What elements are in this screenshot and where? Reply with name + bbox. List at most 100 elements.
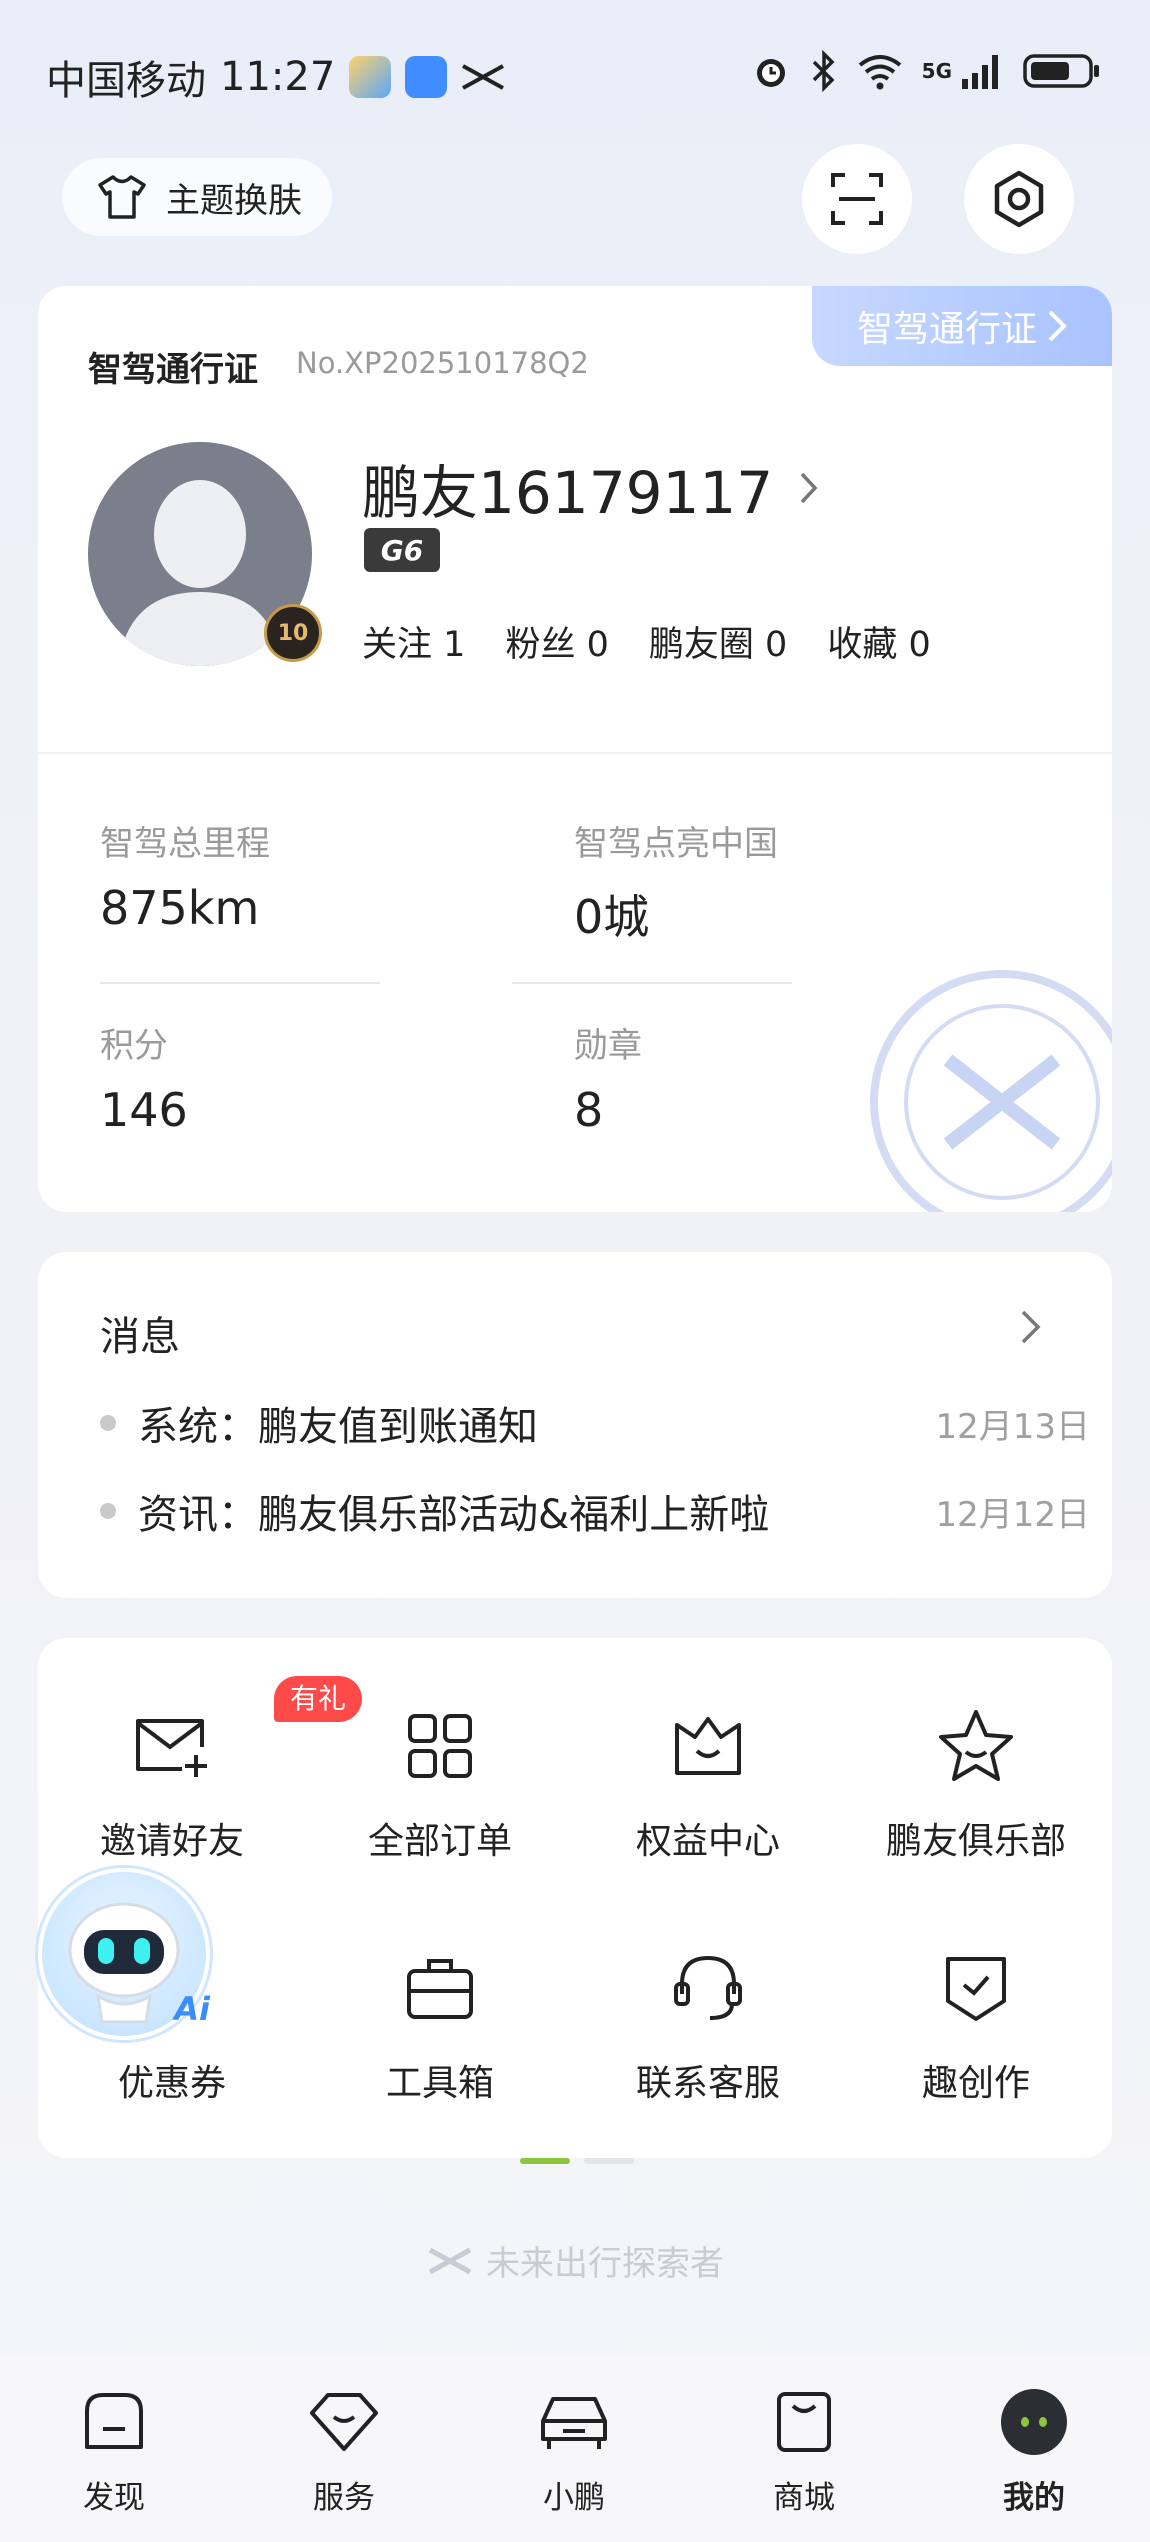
shop-icon (764, 2382, 844, 2462)
chevron-right-icon[interactable] (1020, 1308, 1042, 1346)
stat-separator (100, 982, 380, 984)
pass-number: No.XP202510178Q2 (296, 346, 589, 380)
level-badge-label: 10 (277, 620, 309, 646)
nav-label: 小鹏 (543, 2480, 605, 2516)
status-bar: 中国移动 11:27 5G (0, 0, 1150, 150)
slogan-text: 未来出行探索者 (486, 2244, 724, 2284)
chevron-right-icon (1048, 310, 1067, 342)
car-model-label: G6 (380, 533, 424, 567)
grid-item-label: 鹏友俱乐部 (885, 1821, 1066, 1862)
message-item[interactable]: 系统：鹏友值到账通知 12月13日 (100, 1394, 1090, 1452)
grid-item-label: 联系客服 (635, 2063, 780, 2104)
nav-item-discover[interactable]: 发现 (44, 2382, 184, 2517)
followers-count: 0 (586, 625, 609, 665)
message-text: 系统：鹏友值到账通知 (138, 1404, 538, 1450)
nav-label: 发现 (83, 2480, 145, 2516)
stat-value: 8 (574, 1083, 604, 1137)
social-stats: 关注 1 粉丝 0 鹏友圈 0 收藏 0 (362, 616, 931, 667)
message-app-icon (405, 56, 448, 98)
stat-separator (512, 982, 792, 984)
scan-icon (831, 173, 883, 225)
scan-button[interactable] (802, 144, 912, 254)
car-icon (534, 2382, 614, 2462)
username-link[interactable]: 鹏友16179117 (362, 446, 819, 530)
message-date: 12月12日 (935, 1494, 1090, 1535)
status-right: 5G (750, 50, 1102, 92)
alarm-icon (756, 59, 785, 87)
nav-label: 我的 (1003, 2480, 1065, 2516)
profile-avatar-icon (994, 2382, 1074, 2462)
tshirt-icon (98, 175, 146, 219)
driving-pass-tab-label: 智驾通行证 (856, 309, 1037, 350)
grid-item-club[interactable]: 鹏友俱乐部 (842, 1706, 1110, 1864)
message-date: 12月13日 (935, 1406, 1090, 1447)
nav-item-xpeng[interactable]: 小鹏 (504, 2382, 644, 2517)
nav-label: 服务 (313, 2480, 375, 2516)
messages-card[interactable]: 消息 系统：鹏友值到账通知 12月13日 资讯：鹏友俱乐部活动&福利上新啦 12… (38, 1252, 1112, 1598)
grid-item-creation[interactable]: 趣创作 (842, 1948, 1110, 2106)
grid-item-all-orders[interactable]: 全部订单 (306, 1706, 574, 1864)
benefits-crown-icon (668, 1706, 748, 1786)
favorites-label: 收藏 (827, 625, 898, 665)
messages-title: 消息 (100, 1314, 180, 1360)
grid-item-customer-service[interactable]: 联系客服 (574, 1948, 842, 2106)
moments-count: 0 (765, 625, 788, 665)
bottom-nav: 发现 服务 小鹏 商城 我的 (0, 2356, 1150, 2542)
nav-item-shop[interactable]: 商城 (734, 2382, 874, 2517)
pager-dot-active (520, 2158, 570, 2164)
toolbox-icon (400, 1948, 480, 2028)
following-count: 1 (443, 625, 466, 665)
club-star-icon (936, 1706, 1016, 1786)
orders-grid-icon (400, 1706, 480, 1786)
weather-app-icon (349, 56, 392, 98)
car-model-badge: G6 (364, 528, 440, 572)
moments-stat[interactable]: 鹏友圈 0 (649, 616, 787, 667)
grid-item-label: 趣创作 (921, 2063, 1030, 2104)
followers-label: 粉丝 (505, 625, 576, 665)
nav-item-mine[interactable]: 我的 (964, 2382, 1104, 2517)
stat-label: 智驾总里程 (100, 824, 270, 864)
settings-icon (994, 170, 1044, 228)
headset-icon (668, 1948, 748, 2028)
followers-stat[interactable]: 粉丝 0 (505, 616, 608, 667)
ai-assistant-button[interactable]: Ai (38, 1868, 210, 2040)
level-badge: 10 (264, 604, 322, 662)
stat-total-mileage[interactable]: 智驾总里程 875km (100, 816, 270, 935)
following-label: 关注 (362, 625, 433, 665)
moments-label: 鹏友圈 (648, 625, 754, 665)
stat-label: 积分 (100, 1026, 168, 1066)
grid-item-label: 全部订单 (367, 1821, 512, 1862)
grid-item-label: 邀请好友 (99, 1821, 244, 1862)
status-left: 中国移动 11:27 (46, 48, 505, 106)
stat-label: 智驾点亮中国 (574, 824, 778, 864)
signal-icon (962, 55, 998, 89)
pager-dot (584, 2158, 634, 2164)
wifi-icon (858, 55, 901, 90)
grid-item-toolbox[interactable]: 工具箱 (306, 1948, 574, 2106)
grid-item-invite-friends[interactable]: 有礼 邀请好友 (38, 1676, 363, 1864)
driving-pass-tab[interactable]: 智驾通行证 (812, 286, 1112, 366)
stat-medals[interactable]: 勋章 8 (574, 1018, 642, 1137)
slogan: 未来出行探索者 (0, 2236, 1150, 2285)
stat-value: 875km (100, 881, 260, 935)
grid-item-label: 优惠券 (117, 2063, 226, 2104)
driving-pass-card: 智驾通行证 智驾通行证 No.XP202510178Q2 10 鹏友161791… (38, 286, 1112, 1212)
message-text: 资讯：鹏友俱乐部活动&福利上新啦 (138, 1492, 770, 1538)
bullet-dot (100, 1503, 116, 1519)
favorites-stat[interactable]: 收藏 0 (827, 616, 930, 667)
message-item[interactable]: 资讯：鹏友俱乐部活动&福利上新啦 12月12日 (100, 1482, 1090, 1540)
stat-points[interactable]: 积分 146 (100, 1018, 188, 1137)
following-stat[interactable]: 关注 1 (362, 616, 465, 667)
stat-cities-lit[interactable]: 智驾点亮中国 0城 (574, 816, 778, 947)
stat-value: 0城 (574, 890, 650, 944)
grid-item-label: 权益中心 (635, 1821, 780, 1862)
settings-button[interactable] (964, 144, 1074, 254)
bullet-dot (100, 1415, 116, 1431)
xpeng-logo-icon (462, 64, 505, 90)
network-type-label: 5G (921, 59, 952, 83)
battery-icon (1023, 54, 1099, 88)
nav-item-service[interactable]: 服务 (274, 2382, 414, 2517)
theme-skin-button[interactable]: 主题换肤 (62, 158, 332, 236)
discover-icon (74, 2382, 154, 2462)
grid-item-benefits-center[interactable]: 权益中心 (574, 1706, 842, 1864)
